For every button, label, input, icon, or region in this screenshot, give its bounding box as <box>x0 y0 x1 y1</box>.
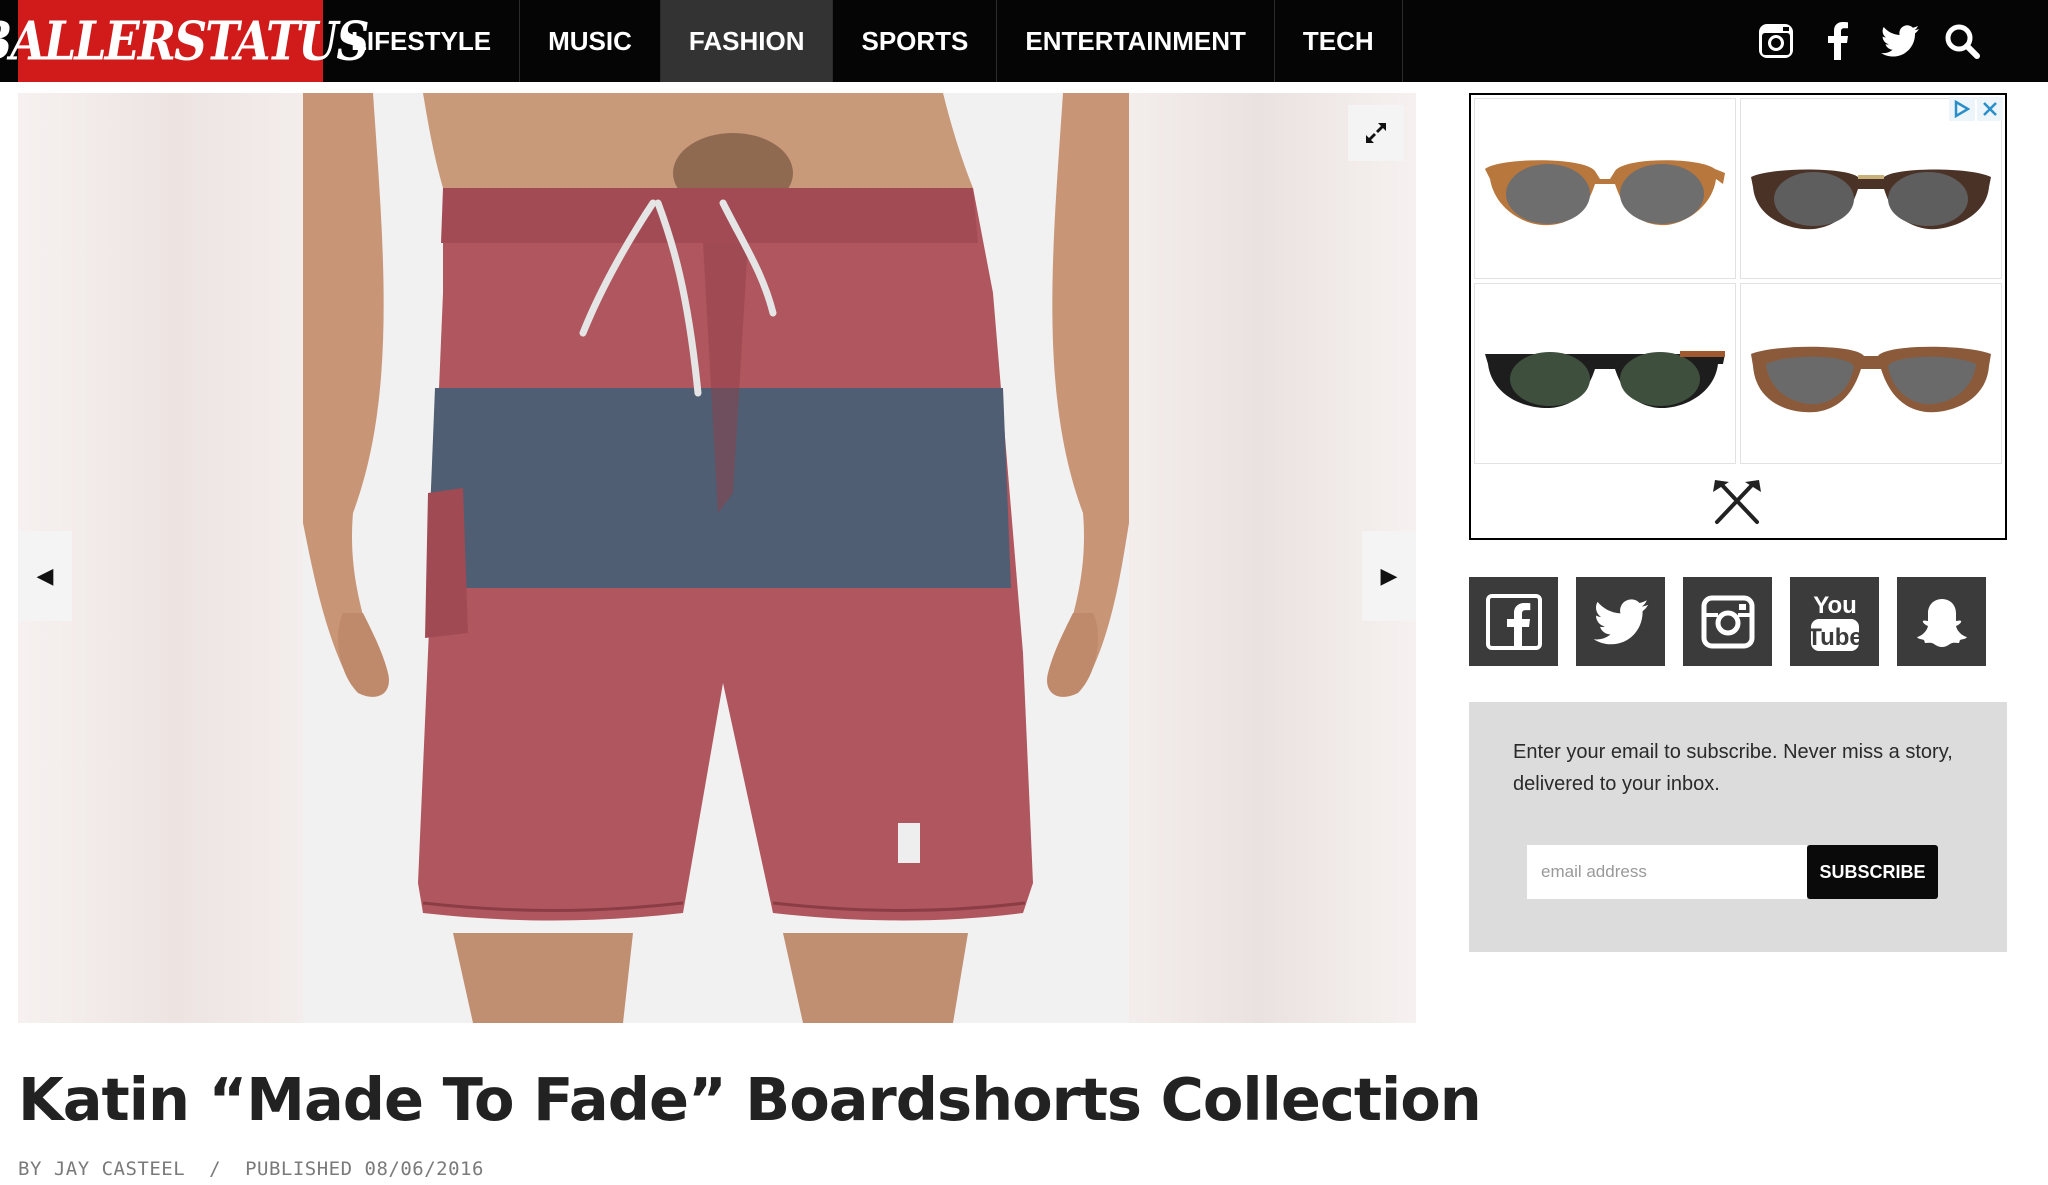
facebook-icon[interactable] <box>1818 21 1858 61</box>
ad-product-wood-sunglasses-1[interactable] <box>1474 98 1736 279</box>
svg-text:You: You <box>1813 592 1857 619</box>
snapchat-icon <box>1916 598 1967 647</box>
nav-menu: LIFESTYLE MUSIC FASHION SPORTS ENTERTAIN… <box>323 0 1403 82</box>
ad-badges <box>1949 97 2003 121</box>
next-slide-button[interactable]: ▶ <box>1362 531 1416 621</box>
close-icon[interactable] <box>1977 97 2003 121</box>
email-field[interactable] <box>1527 845 1807 899</box>
subscribe-text: Enter your email to subscribe. Never mis… <box>1513 741 1953 795</box>
nav-item-lifestyle[interactable]: LIFESTYLE <box>323 0 521 82</box>
sunglasses-ad[interactable] <box>1469 93 2007 540</box>
nav-item-tech[interactable]: TECH <box>1275 0 1403 82</box>
expand-icon <box>1366 123 1386 143</box>
twitter-icon[interactable] <box>1880 21 1920 61</box>
publish-date: PUBLISHED 08/06/2016 <box>245 1158 484 1180</box>
top-nav: BALLERSTATUS LIFESTYLE MUSIC FASHION SPO… <box>0 0 2048 82</box>
nav-item-fashion[interactable]: FASHION <box>660 0 834 82</box>
ad-product-black-sunglasses[interactable] <box>1474 283 1736 464</box>
logo-text: BALLERSTATUS <box>0 9 370 73</box>
newsletter-subscribe: Enter your email to subscribe. Never mis… <box>1469 702 2007 952</box>
svg-text:Tube: Tube <box>1807 624 1863 651</box>
nav-item-music[interactable]: MUSIC <box>520 0 661 82</box>
ad-product-wood-sunglasses-2[interactable] <box>1740 98 2002 279</box>
previous-slide-button[interactable]: ◀ <box>18 531 72 621</box>
boardshorts-photo <box>303 93 1129 1023</box>
search-icon[interactable] <box>1942 21 1982 61</box>
ad-product-grid <box>1474 98 2002 464</box>
article-byline: BY JAY CASTEEL / PUBLISHED 08/06/2016 <box>18 1158 484 1180</box>
site-logo[interactable]: BALLERSTATUS <box>0 0 370 82</box>
nav-item-entertainment[interactable]: ENTERTAINMENT <box>997 0 1275 82</box>
snapchat-follow-button[interactable] <box>1897 577 1986 666</box>
instagram-follow-button[interactable] <box>1683 577 1772 666</box>
arrow-left-icon: ◀ <box>36 563 54 588</box>
image-slideshow[interactable]: ◀ ▶ <box>18 93 1416 1023</box>
ad-product-wood-aviator-sunglasses[interactable] <box>1740 283 2002 464</box>
crossed-axes-icon <box>1713 480 1761 524</box>
facebook-follow-button[interactable] <box>1469 577 1558 666</box>
adchoices-icon[interactable] <box>1949 97 1975 121</box>
article-title: Katin “Made To Fade” Boardshorts Collect… <box>18 1065 1482 1134</box>
instagram-icon <box>1701 595 1754 648</box>
instagram-icon[interactable] <box>1756 21 1796 61</box>
twitter-icon <box>1593 598 1648 644</box>
author-link[interactable]: BY JAY CASTEEL <box>18 1158 185 1180</box>
youtube-follow-button[interactable]: You Tube <box>1790 577 1879 666</box>
nav-social-icons <box>1756 18 1982 64</box>
youtube-icon: You Tube <box>1807 592 1863 651</box>
nav-item-sports[interactable]: SPORTS <box>833 0 998 82</box>
page: BALLERSTATUS LIFESTYLE MUSIC FASHION SPO… <box>0 0 2048 1185</box>
social-follow-buttons: You Tube <box>1469 577 1986 666</box>
byline-separator: / <box>209 1158 222 1180</box>
facebook-icon <box>1485 593 1542 650</box>
twitter-follow-button[interactable] <box>1576 577 1665 666</box>
fullscreen-button[interactable] <box>1348 105 1404 161</box>
arrow-right-icon: ▶ <box>1380 563 1398 588</box>
subscribe-button[interactable]: SUBSCRIBE <box>1807 845 1938 899</box>
